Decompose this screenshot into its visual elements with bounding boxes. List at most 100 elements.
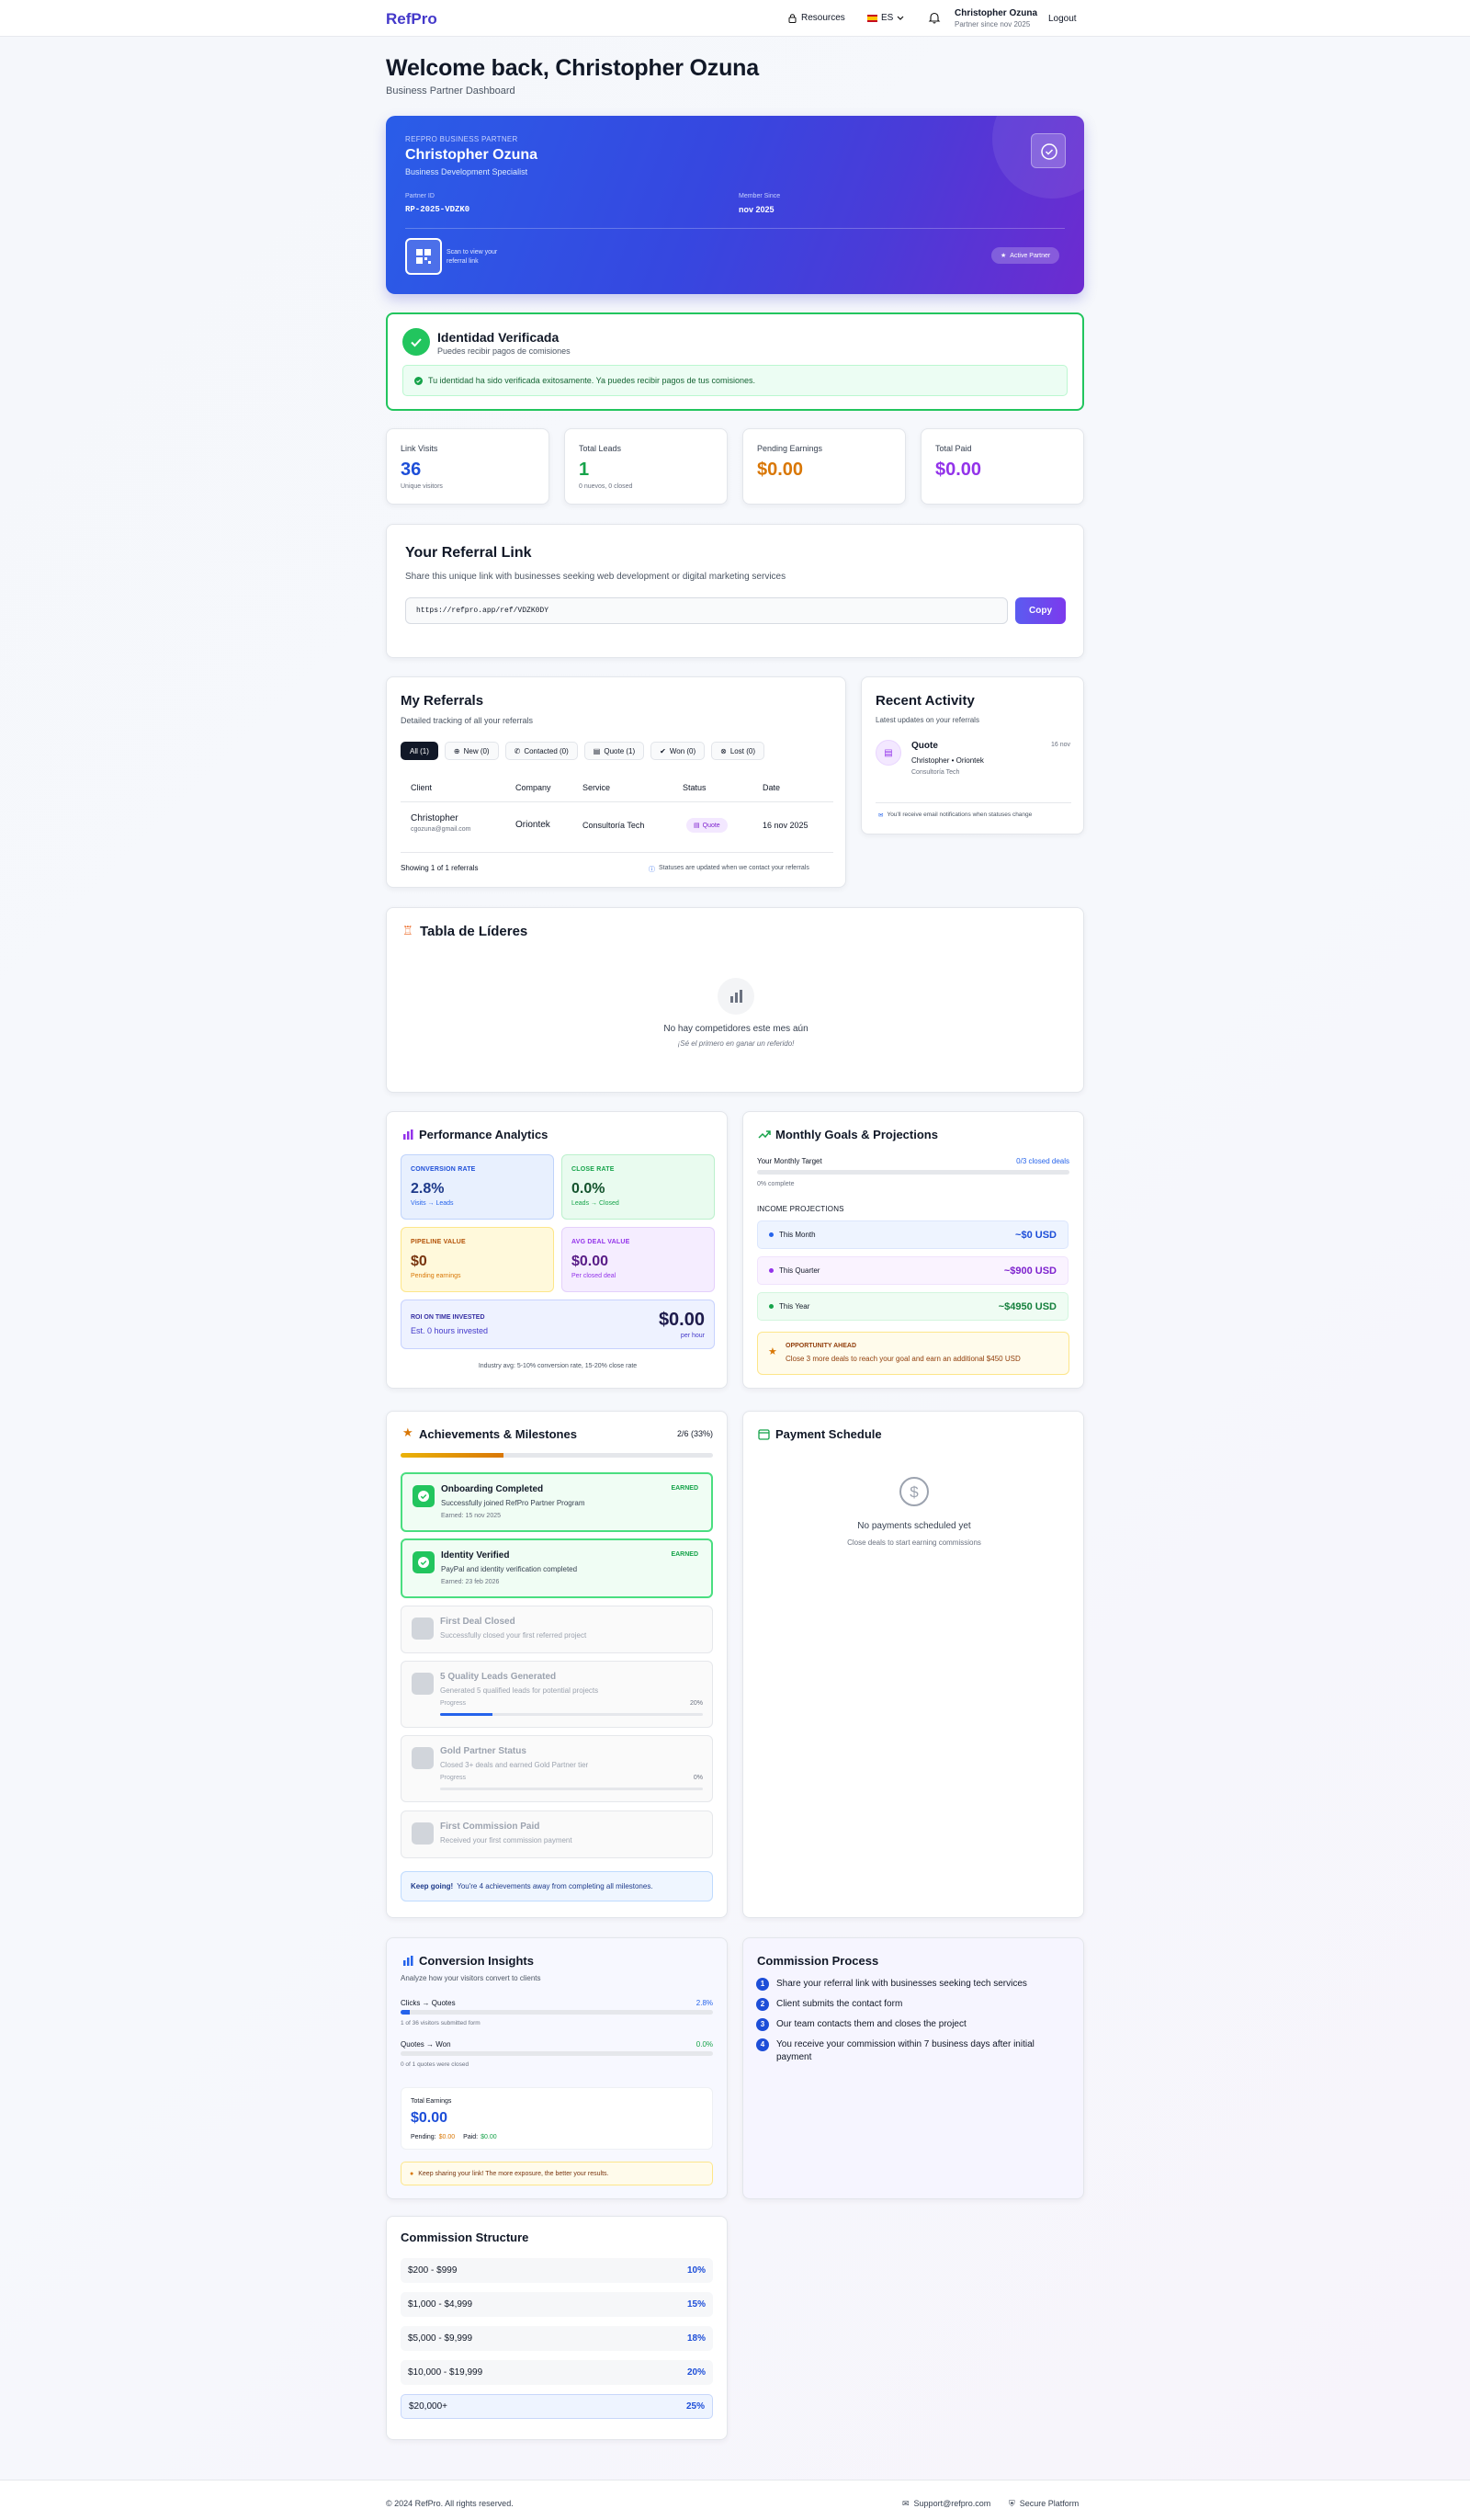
bell-icon[interactable] [928,11,941,24]
stat-card-total-leads: Total Leads 1 0 nuevos, 0 closed [564,428,728,505]
close-rate-box: CLOSE RATE 0.0% Leads → Closed [561,1154,715,1220]
qr-code-icon [416,249,431,264]
tab-label: Lost (0) [729,746,755,755]
client-email: cgozuna@gmail.com [411,826,471,833]
client-company: Oriontek [515,820,550,830]
pending-value: $0.00 [438,2134,456,2140]
partner-id-label: Partner ID [405,193,435,199]
verified-title: Identidad Verificada [437,330,560,345]
active-partner-badge: ★ Active Partner [991,247,1060,264]
recent-activity-card: Recent Activity Latest updates on your r… [861,676,1084,834]
qr-code-button[interactable] [405,238,442,275]
secure-label: Secure Platform [1019,2499,1080,2508]
tier-range: $20,000+ [409,2401,447,2412]
achievement-desc: PayPal and identity verification complet… [441,1565,578,1573]
achievement-first-commission: First Commission Paid Received your firs… [401,1811,713,1858]
x-circle-icon: ⊗ [720,746,727,755]
tab-new[interactable]: ⊕ New (0) [444,742,499,760]
tier-rate: 15% [686,2299,706,2310]
star-icon: ★ [1001,253,1007,259]
star-icon: ★ [768,1346,777,1357]
chevron-down-icon [897,16,904,20]
metric-sub: Est. 0 hours invested [411,1326,489,1335]
step-text: Our team contacts them and closes the pr… [776,2019,967,2029]
commission-process-card: Commission Process 1 Share your referral … [742,1937,1084,2199]
brand-logo[interactable]: RefPro [386,10,437,28]
stat-label: Link Visits [401,444,438,453]
lock-icon [412,1747,434,1769]
page-footer: © 2024 RefPro. All rights reserved. ✉ Sup… [0,2480,1470,2520]
achievement-earned-date: Earned: 15 nov 2025 [441,1513,501,1519]
stat-card-pending-earnings: Pending Earnings $0.00 [742,428,906,505]
target-value: 0/3 closed deals [1016,1157,1069,1165]
analytics-title: Performance Analytics [419,1128,548,1141]
partner-card: REFPRO BUSINESS PARTNER Christopher Ozun… [386,116,1084,294]
active-partner-label: Active Partner [1010,252,1051,259]
lock-icon [788,13,797,23]
resources-link[interactable]: Resources [788,13,845,23]
copy-button[interactable]: Copy [1015,597,1066,624]
check-badge-icon [413,1551,435,1573]
chart-bar-icon [403,1129,413,1140]
goals-title: Monthly Goals & Projections [775,1128,938,1141]
tab-all[interactable]: All (1) [401,742,438,760]
process-step: 2 Client submits the contact form [756,1998,1087,2011]
commission-structure-card: Commission Structure $200 - $999 10% $1,0… [386,2216,728,2440]
metric-label: CONVERSION RATE [411,1166,476,1173]
avg-deal-value-box: AVG DEAL VALUE $0.00 Per closed deal [561,1227,715,1292]
metric-sub: Leads → Closed [571,1200,619,1207]
spain-flag-icon [867,14,877,22]
stat-label: Total Leads [579,444,622,453]
lock-icon [412,1673,434,1695]
divider [876,802,1071,803]
tab-lost[interactable]: ⊗ Lost (0) [711,742,764,760]
status-note: ⓘ Statuses are updated when we contact yo… [649,865,809,874]
mail-icon: ✉ [902,2499,910,2508]
page-title: Welcome back, Christopher Ozuna [386,55,759,81]
metric-value: $0 [411,1254,427,1269]
top-navbar: RefPro Resources ES Christopher Ozuna Pa… [0,0,1470,37]
achievement-desc: Received your first commission payment [440,1836,572,1845]
tab-won[interactable]: ✔ Won (0) [650,742,706,760]
achievement-title: First Commission Paid [440,1822,540,1832]
language-selector[interactable]: ES [867,13,904,23]
status-badge: ▤ Quote [686,818,728,833]
tab-contacted[interactable]: ✆ Contacted (0) [504,742,578,760]
tier-range: $5,000 - $9,999 [408,2333,473,2344]
stat-card-total-paid: Total Paid $0.00 [921,428,1084,505]
support-link[interactable]: ✉ Support@refpro.com [902,2499,990,2509]
target-progress-bar [757,1170,1069,1175]
bullet [769,1268,774,1273]
progress-label: Progress [440,1775,467,1781]
tab-quote[interactable]: ▤ Quote (1) [583,742,645,760]
column-header: Date [763,783,781,792]
partner-id: RP-2025-VDZK0 [405,205,470,214]
metric-value: 2.8% [695,1999,713,2007]
status-label: Quote [702,822,720,829]
tier-rate: 25% [685,2401,705,2412]
step-number: 3 [756,2018,769,2031]
progress-percent: 20% [689,1700,703,1707]
logout-button[interactable]: Logout [1048,14,1077,24]
metric-sub: Visits → Leads [411,1200,454,1207]
page-subtitle: Business Partner Dashboard [386,85,515,96]
opportunity-title: OPPORTUNITY AHEAD [786,1343,857,1349]
leaderboard-cta: ¡Sé el primero en ganar un referido! [677,1039,795,1048]
column-header: Company [515,783,551,792]
user-name[interactable]: Christopher Ozuna [955,8,1037,18]
achievement-title: Identity Verified [441,1550,510,1561]
metric-sub: Pending earnings [411,1273,461,1279]
activity-note-text: You'll receive email notifications when … [887,812,1033,818]
referral-url-field[interactable]: https://refpro.app/ref/VDZK0DY [405,597,1008,624]
stat-value: 1 [579,460,590,480]
monthly-goals-card: Monthly Goals & Projections Your Monthly… [742,1111,1084,1389]
achievements-progress-fill [401,1453,504,1458]
projection-label: This Month [779,1231,816,1239]
verified-message: Tu identidad ha sido verificada exitosam… [402,365,1068,396]
achievements-card: ★ Achievements & Milestones 2/6 (33%) On… [386,1411,728,1918]
keep-going-label: Keep going! [411,1882,454,1890]
activity-item-date: 16 nov [1050,742,1070,748]
partner-name: Christopher Ozuna [405,147,538,163]
divider [401,801,833,802]
earned-badge: EARNED [671,1485,698,1492]
